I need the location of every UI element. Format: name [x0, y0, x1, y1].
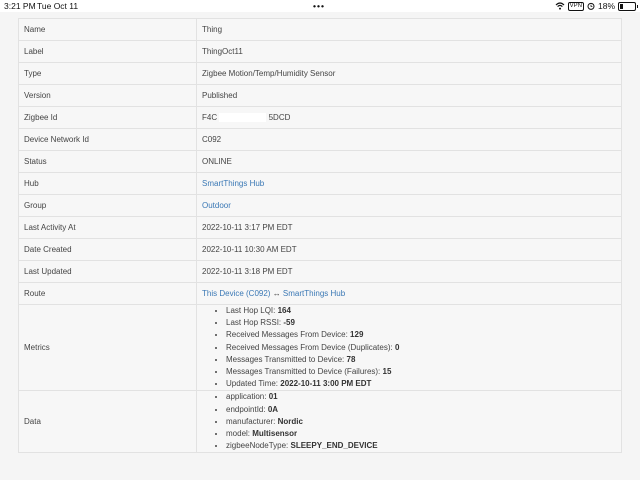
- hub-link[interactable]: SmartThings Hub: [202, 179, 264, 188]
- table-row: Version Published: [18, 84, 622, 107]
- prop-label: Type: [18, 62, 197, 85]
- multitasking-dots-icon[interactable]: •••: [313, 1, 325, 11]
- prop-label: Device Network Id: [18, 128, 197, 151]
- list-item: Received Messages From Device (Duplicate…: [226, 342, 616, 354]
- list-item: zigbeeNodeType: SLEEPY_END_DEVICE: [226, 440, 616, 452]
- table-row: Metrics Last Hop LQI: 164 Last Hop RSSI:…: [18, 303, 622, 392]
- prop-label: Zigbee Id: [18, 106, 197, 129]
- group-link[interactable]: Outdoor: [202, 201, 231, 210]
- redaction-box: [219, 113, 267, 123]
- battery-level: [620, 3, 623, 9]
- table-row: Hub SmartThings Hub: [18, 172, 622, 195]
- list-item: Updated Time: 2022-10-11 3:00 PM EDT: [226, 378, 616, 390]
- status-value: ONLINE: [196, 150, 622, 173]
- zigbee-id-suffix: 5DCD: [268, 112, 291, 122]
- table-row: Route This Device (C092) ↔ SmartThings H…: [18, 282, 622, 305]
- prop-label: Route: [18, 282, 197, 305]
- metrics-value: Last Hop LQI: 164 Last Hop RSSI: -59 Rec…: [196, 303, 622, 392]
- list-item: Received Messages From Device: 129: [226, 329, 616, 341]
- zigbee-id-value: F4C 5DCD: [196, 106, 622, 129]
- route-arrow: ↔: [270, 289, 283, 298]
- list-item: Last Hop RSSI: -59: [226, 317, 616, 329]
- prop-label: Status: [18, 150, 197, 173]
- battery-percent: 18%: [597, 1, 615, 11]
- alarm-icon: [587, 2, 595, 10]
- list-item: Messages Transmitted to Device: 78: [226, 354, 616, 366]
- prop-label: Metrics: [18, 303, 197, 392]
- list-item: Messages Transmitted to Device (Failures…: [226, 366, 616, 378]
- table-row: Label ThingOct11: [18, 40, 622, 63]
- list-item: manufacturer: Nordic: [226, 416, 616, 428]
- table-row: Last Activity At 2022-10-11 3:17 PM EDT: [18, 216, 622, 239]
- data-value: application: 01 endpointId: 0A manufactu…: [196, 390, 622, 454]
- prop-value: Published: [196, 84, 622, 107]
- prop-label: Last Activity At: [18, 216, 197, 239]
- prop-value: SmartThings Hub: [196, 172, 622, 195]
- zigbee-id-prefix: F4C: [202, 112, 218, 122]
- prop-value: 2022-10-11 3:17 PM EDT: [196, 216, 622, 239]
- prop-value: 2022-10-11 3:18 PM EDT: [196, 260, 622, 283]
- prop-value: Thing: [196, 18, 622, 41]
- table-row: Device Network Id C092: [18, 128, 622, 151]
- route-value: This Device (C092) ↔ SmartThings Hub: [196, 282, 622, 305]
- prop-value: C092: [196, 128, 622, 151]
- metrics-list: Last Hop LQI: 164 Last Hop RSSI: -59 Rec…: [202, 305, 616, 390]
- prop-label: Date Created: [18, 238, 197, 261]
- data-list: application: 01 endpointId: 0A manufactu…: [202, 391, 616, 452]
- battery-icon: [618, 1, 638, 11]
- list-item: endpointId: 0A: [226, 404, 616, 416]
- list-item: Last Hop LQI: 164: [226, 305, 616, 317]
- list-item: application: 01: [226, 391, 616, 403]
- status-right-cluster: VPN 18%: [555, 1, 638, 11]
- prop-value: ThingOct11: [196, 40, 622, 63]
- prop-label: Group: [18, 194, 197, 217]
- vpn-badge: VPN: [567, 1, 584, 11]
- prop-value: 2022-10-11 10:30 AM EDT: [196, 238, 622, 261]
- prop-value: Zigbee Motion/Temp/Humidity Sensor: [196, 62, 622, 85]
- prop-label: Version: [18, 84, 197, 107]
- table-row: Group Outdoor: [18, 194, 622, 217]
- prop-label: Hub: [18, 172, 197, 195]
- table-row: Type Zigbee Motion/Temp/Humidity Sensor: [18, 62, 622, 85]
- prop-value: Outdoor: [196, 194, 622, 217]
- table-row: Status ONLINE: [18, 150, 622, 173]
- prop-label: Data: [18, 390, 197, 454]
- status-date: Tue Oct 11: [37, 1, 79, 11]
- table-row: Last Updated 2022-10-11 3:18 PM EDT: [18, 260, 622, 283]
- prop-label: Label: [18, 40, 197, 63]
- ios-status-bar: 3:21 PM Tue Oct 11 ••• VPN 18%: [0, 0, 640, 12]
- status-time: 3:21 PM: [4, 1, 36, 11]
- route-device-link[interactable]: This Device (C092): [202, 289, 270, 298]
- route-hub-link[interactable]: SmartThings Hub: [283, 289, 345, 298]
- table-row: Data application: 01 endpointId: 0A manu…: [18, 390, 622, 454]
- wifi-icon: [555, 2, 565, 10]
- device-properties-table: Name Thing Label ThingOct11 Type Zigbee …: [18, 18, 622, 454]
- prop-label: Name: [18, 18, 197, 41]
- page-content: Name Thing Label ThingOct11 Type Zigbee …: [0, 12, 640, 480]
- table-row: Name Thing: [18, 18, 622, 41]
- table-row: Date Created 2022-10-11 10:30 AM EDT: [18, 238, 622, 261]
- prop-label: Last Updated: [18, 260, 197, 283]
- list-item: model: Multisensor: [226, 428, 616, 440]
- table-row: Zigbee Id F4C 5DCD: [18, 106, 622, 129]
